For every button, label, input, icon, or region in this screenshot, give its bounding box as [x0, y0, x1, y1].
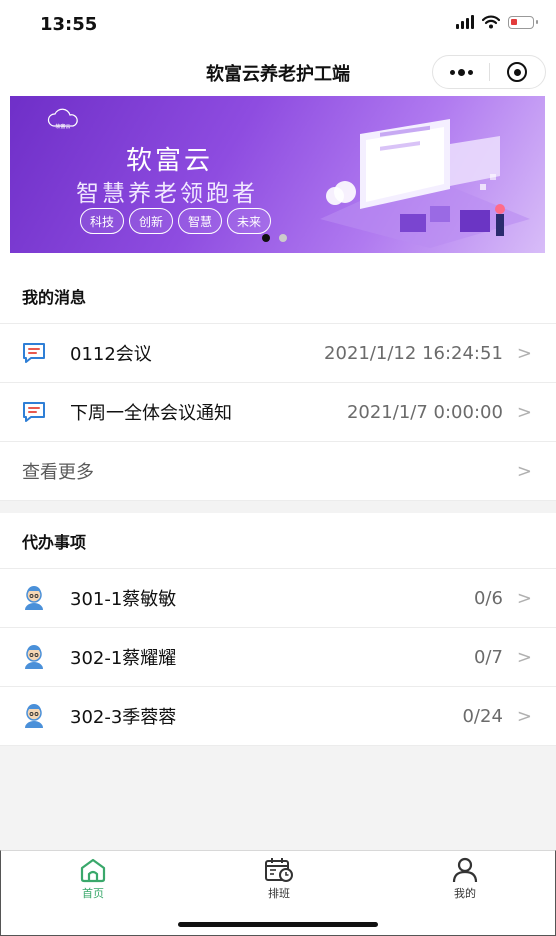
tab-schedule[interactable]: 排班 — [239, 857, 319, 901]
todo-section: 代办事项 301-1蔡敏敏 0/6 > 302-1蔡耀耀 0/7 > 302-3… — [0, 513, 556, 746]
cloud-logo-icon: 软富云 — [47, 108, 78, 130]
banner-tag: 创新 — [129, 208, 173, 234]
banner-tags: 科技 创新 智慧 未来 — [80, 208, 271, 234]
svg-text:软富云: 软富云 — [55, 123, 70, 130]
task-count: 0/24 — [462, 705, 503, 727]
tab-profile[interactable]: 我的 — [425, 857, 505, 901]
resident-name: 302-3季蓉蓉 — [70, 707, 177, 728]
resident-name: 302-1蔡耀耀 — [70, 648, 177, 669]
promo-banner[interactable]: 软富云 软富云 智慧养老领跑者 科技 创新 智慧 未来 — [10, 96, 545, 253]
tab-label: 首页 — [82, 887, 104, 900]
elder-avatar-icon — [20, 643, 48, 671]
message-item[interactable]: 0112会议 2021/1/12 16:24:51 > — [0, 324, 556, 383]
message-title: 0112会议 — [70, 344, 152, 365]
todo-item[interactable]: 302-1蔡耀耀 0/7 > — [0, 628, 556, 687]
elder-avatar-icon — [20, 584, 48, 612]
pagination-dot[interactable] — [279, 234, 287, 242]
chevron-right-icon: > — [516, 342, 532, 364]
message-time: 2021/1/7 0:00:00 — [346, 401, 503, 423]
todo-header: 代办事项 — [0, 513, 556, 569]
messages-header: 我的消息 — [0, 268, 556, 324]
task-count: 0/7 — [473, 646, 503, 668]
task-count: 0/6 — [473, 587, 503, 609]
chevron-right-icon: > — [516, 705, 532, 727]
banner-tag: 未来 — [227, 208, 271, 234]
user-icon — [452, 857, 478, 883]
todo-item[interactable]: 301-1蔡敏敏 0/6 > — [0, 569, 556, 628]
resident-name: 301-1蔡敏敏 — [70, 589, 177, 610]
tab-label: 我的 — [454, 887, 476, 900]
chevron-right-icon: > — [516, 587, 532, 609]
banner-tag: 科技 — [80, 208, 124, 234]
chevron-right-icon: > — [516, 460, 532, 482]
signal-icon — [456, 15, 474, 29]
message-title: 下周一全体会议通知 — [70, 403, 232, 424]
message-time: 2021/1/12 16:24:51 — [324, 342, 503, 364]
calendar-clock-icon — [265, 858, 293, 882]
banner-illustration — [320, 119, 530, 248]
banner-container: 软富云 软富云 智慧养老领跑者 科技 创新 智慧 未来 — [0, 96, 556, 268]
tab-label: 排班 — [268, 887, 290, 900]
banner-tag: 智慧 — [178, 208, 222, 234]
wifi-icon — [482, 15, 500, 29]
more-menu-button[interactable] — [433, 56, 489, 88]
mini-program-capsule — [432, 55, 546, 89]
banner-brand: 软富云 — [126, 146, 214, 176]
todo-item[interactable]: 302-3季蓉蓉 0/24 > — [0, 687, 556, 746]
banner-pagination — [262, 234, 287, 242]
messages-section: 我的消息 0112会议 2021/1/12 16:24:51 > 下周一全体会议… — [0, 268, 556, 501]
chevron-right-icon: > — [516, 401, 532, 423]
home-indicator[interactable] — [178, 922, 378, 927]
nav-bar: 软富云养老护工端 — [0, 50, 556, 96]
view-more-label: 查看更多 — [22, 462, 94, 483]
message-icon — [20, 398, 48, 426]
elder-avatar-icon — [20, 702, 48, 730]
battery-icon — [508, 15, 538, 29]
home-icon — [80, 858, 106, 883]
message-icon — [20, 339, 48, 367]
pagination-dot-active[interactable] — [262, 234, 270, 242]
view-more-messages[interactable]: 查看更多 > — [0, 442, 556, 501]
status-bar: 13:55 — [0, 0, 556, 50]
close-mini-program-button[interactable] — [490, 56, 545, 88]
status-time: 13:55 — [40, 14, 98, 35]
chevron-right-icon: > — [516, 646, 532, 668]
tab-home[interactable]: 首页 — [53, 857, 133, 901]
status-icons — [456, 15, 538, 29]
message-item[interactable]: 下周一全体会议通知 2021/1/7 0:00:00 > — [0, 383, 556, 442]
target-icon — [507, 62, 528, 82]
banner-slogan: 智慧养老领跑者 — [76, 181, 258, 207]
